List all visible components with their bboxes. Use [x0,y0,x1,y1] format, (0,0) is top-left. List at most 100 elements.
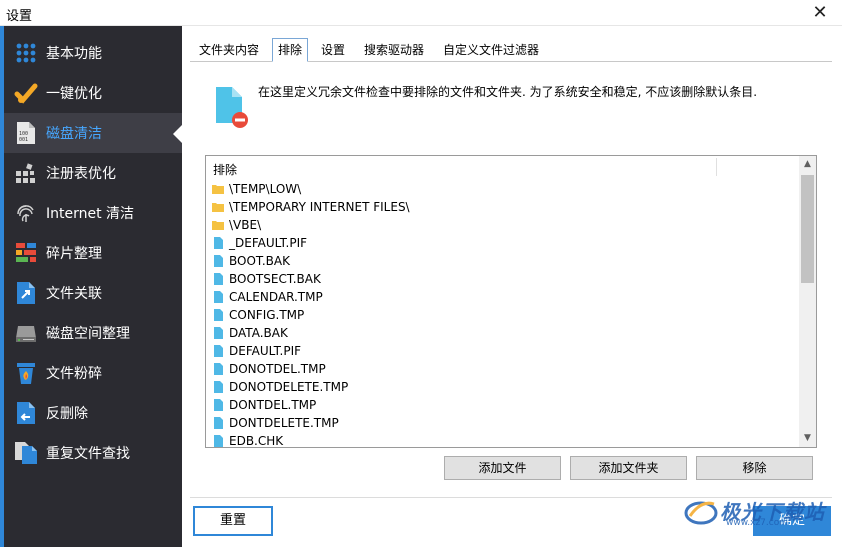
info-text: 在这里定义冗余文件检查中要排除的文件和文件夹. 为了系统安全和稳定, 不应该删除… [258,85,758,99]
scrollbar-thumb[interactable] [801,175,814,283]
list-item-label: DONTDEL.TMP [229,398,317,412]
list-item-label: _DEFAULT.PIF [229,236,308,250]
tab-settings[interactable]: 设置 [321,40,345,61]
list-item-label: DONTDELETE.TMP [229,416,339,430]
window-title: 设置 [6,9,33,24]
list-item[interactable]: \VBE\ [206,216,799,234]
sidebar-item-label: 碎片整理 [46,246,102,262]
sidebar-item-label: 磁盘清洁 [46,126,102,142]
list-item-label: EDB.CHK [229,434,284,448]
sidebar-item-label: 文件粉碎 [46,366,102,382]
reset-button[interactable]: 重置 [193,506,273,536]
list-item[interactable]: \TEMP\LOW\ [206,180,799,198]
file-icon [212,381,224,393]
list-item-label: DONOTDELETE.TMP [229,380,349,394]
scroll-down-icon[interactable]: ▼ [799,430,816,447]
file-icon [212,255,224,267]
list-item[interactable]: CALENDAR.TMP [206,288,799,306]
file-icon [212,399,224,411]
list-rows: \TEMP\LOW\ \TEMPORARY INTERNET FILES\ \VBE… [206,180,799,448]
exclude-list[interactable]: 排除 \TEMP\LOW\ \TEMPORARY INTERNET FILES\ \… [205,155,817,448]
sidebar-item-defrag[interactable]: 碎片整理 [4,233,182,273]
tab-exclude[interactable]: 排除 [272,38,309,62]
sidebar-item-label: 反删除 [46,406,88,422]
sidebar-item-internet-clean[interactable]: Internet 清洁 [4,193,182,233]
tab-custom-filter[interactable]: 自定义文件过滤器 [443,40,539,61]
defrag-icon [14,241,38,265]
file-icon [212,417,224,429]
active-indicator [173,125,182,143]
file-link-icon [14,281,38,305]
list-header[interactable]: 排除 [206,156,799,178]
remove-button[interactable]: 移除 [696,456,813,480]
sidebar-item-duplicate-finder[interactable]: 重复文件查找 [4,433,182,473]
sidebar-item-label: Internet 清洁 [46,206,135,222]
sidebar-item-basic-functions[interactable]: 基本功能 [4,33,182,73]
grid-dots-icon [14,41,38,65]
vertical-scrollbar[interactable]: ▲ ▼ [799,156,816,447]
list-item[interactable]: BOOT.BAK [206,252,799,270]
add-file-button[interactable]: 添加文件 [444,456,561,480]
sidebar-item-disk-clean[interactable]: 100 001 磁盘清洁 [4,113,182,153]
list-item-label: \TEMPORARY INTERNET FILES\ [229,200,410,214]
watermark-logo-icon [684,501,718,525]
title-bar: 设置 ✕ [0,0,842,26]
list-item-label: DATA.BAK [229,326,288,340]
list-item[interactable]: \TEMPORARY INTERNET FILES\ [206,198,799,216]
folder-icon [212,183,224,195]
shredder-icon [14,361,38,385]
check-icon [14,81,38,105]
list-item[interactable]: DATA.BAK [206,324,799,342]
folder-icon [212,201,224,213]
list-item[interactable]: BOOTSECT.BAK [206,270,799,288]
file-icon [212,273,224,285]
sidebar-item-file-association[interactable]: 文件关联 [4,273,182,313]
list-item-label: DEFAULT.PIF [229,344,302,358]
list-item-label: DONOTDEL.TMP [229,362,326,376]
sidebar: 基本功能 一键优化 100 001 磁盘清洁 注册表优化 Internet 清洁 … [0,26,182,547]
list-item[interactable]: EDB.CHK [206,432,799,448]
sidebar-item-registry[interactable]: 注册表优化 [4,153,182,193]
file-icon [212,345,224,357]
list-item-label: \VBE\ [229,218,262,232]
list-item[interactable]: DEFAULT.PIF [206,342,799,360]
watermark: 极光下载站 www.xz7.com [680,492,840,532]
add-folder-button[interactable]: 添加文件夹 [570,456,687,480]
list-item[interactable]: _DEFAULT.PIF [206,234,799,252]
column-header-exclude[interactable]: 排除 [213,161,237,178]
fingerprint-icon [14,201,38,225]
list-item-label: BOOTSECT.BAK [229,272,321,286]
sidebar-item-disk-space[interactable]: 磁盘空间整理 [4,313,182,353]
file-exclude-icon [214,85,250,129]
sidebar-item-one-click-optimize[interactable]: 一键优化 [4,73,182,113]
close-icon[interactable]: ✕ [802,0,838,26]
watermark-url: www.xz7.com [726,518,788,528]
scroll-up-icon[interactable]: ▲ [799,156,816,173]
file-icon [212,291,224,303]
list-item[interactable]: DONOTDELETE.TMP [206,378,799,396]
sidebar-item-file-shredder[interactable]: 文件粉碎 [4,353,182,393]
disk-file-icon: 100 001 [14,121,38,145]
tab-search-drives[interactable]: 搜索驱动器 [364,40,424,61]
tab-bar: 文件夹内容 排除 设置 搜索驱动器 自定义文件过滤器 [190,38,832,62]
undelete-icon [14,401,38,425]
list-item-label: CONFIG.TMP [229,308,305,322]
sidebar-item-label: 注册表优化 [46,166,116,182]
file-icon [212,435,224,447]
list-item-label: BOOT.BAK [229,254,290,268]
file-icon [212,309,224,321]
sidebar-item-label: 一键优化 [46,86,102,102]
list-item[interactable]: CONFIG.TMP [206,306,799,324]
file-icon [212,327,224,339]
folder-icon [212,219,224,231]
sidebar-item-label: 文件关联 [46,286,102,302]
sidebar-item-undelete[interactable]: 反删除 [4,393,182,433]
list-item[interactable]: DONOTDEL.TMP [206,360,799,378]
duplicate-files-icon [14,441,38,465]
list-item[interactable]: DONTDEL.TMP [206,396,799,414]
list-item[interactable]: DONTDELETE.TMP [206,414,799,432]
sidebar-item-label: 磁盘空间整理 [46,326,130,342]
tab-folder-contents[interactable]: 文件夹内容 [199,40,259,61]
svg-text:001: 001 [19,137,28,143]
sidebar-item-label: 基本功能 [46,46,102,62]
